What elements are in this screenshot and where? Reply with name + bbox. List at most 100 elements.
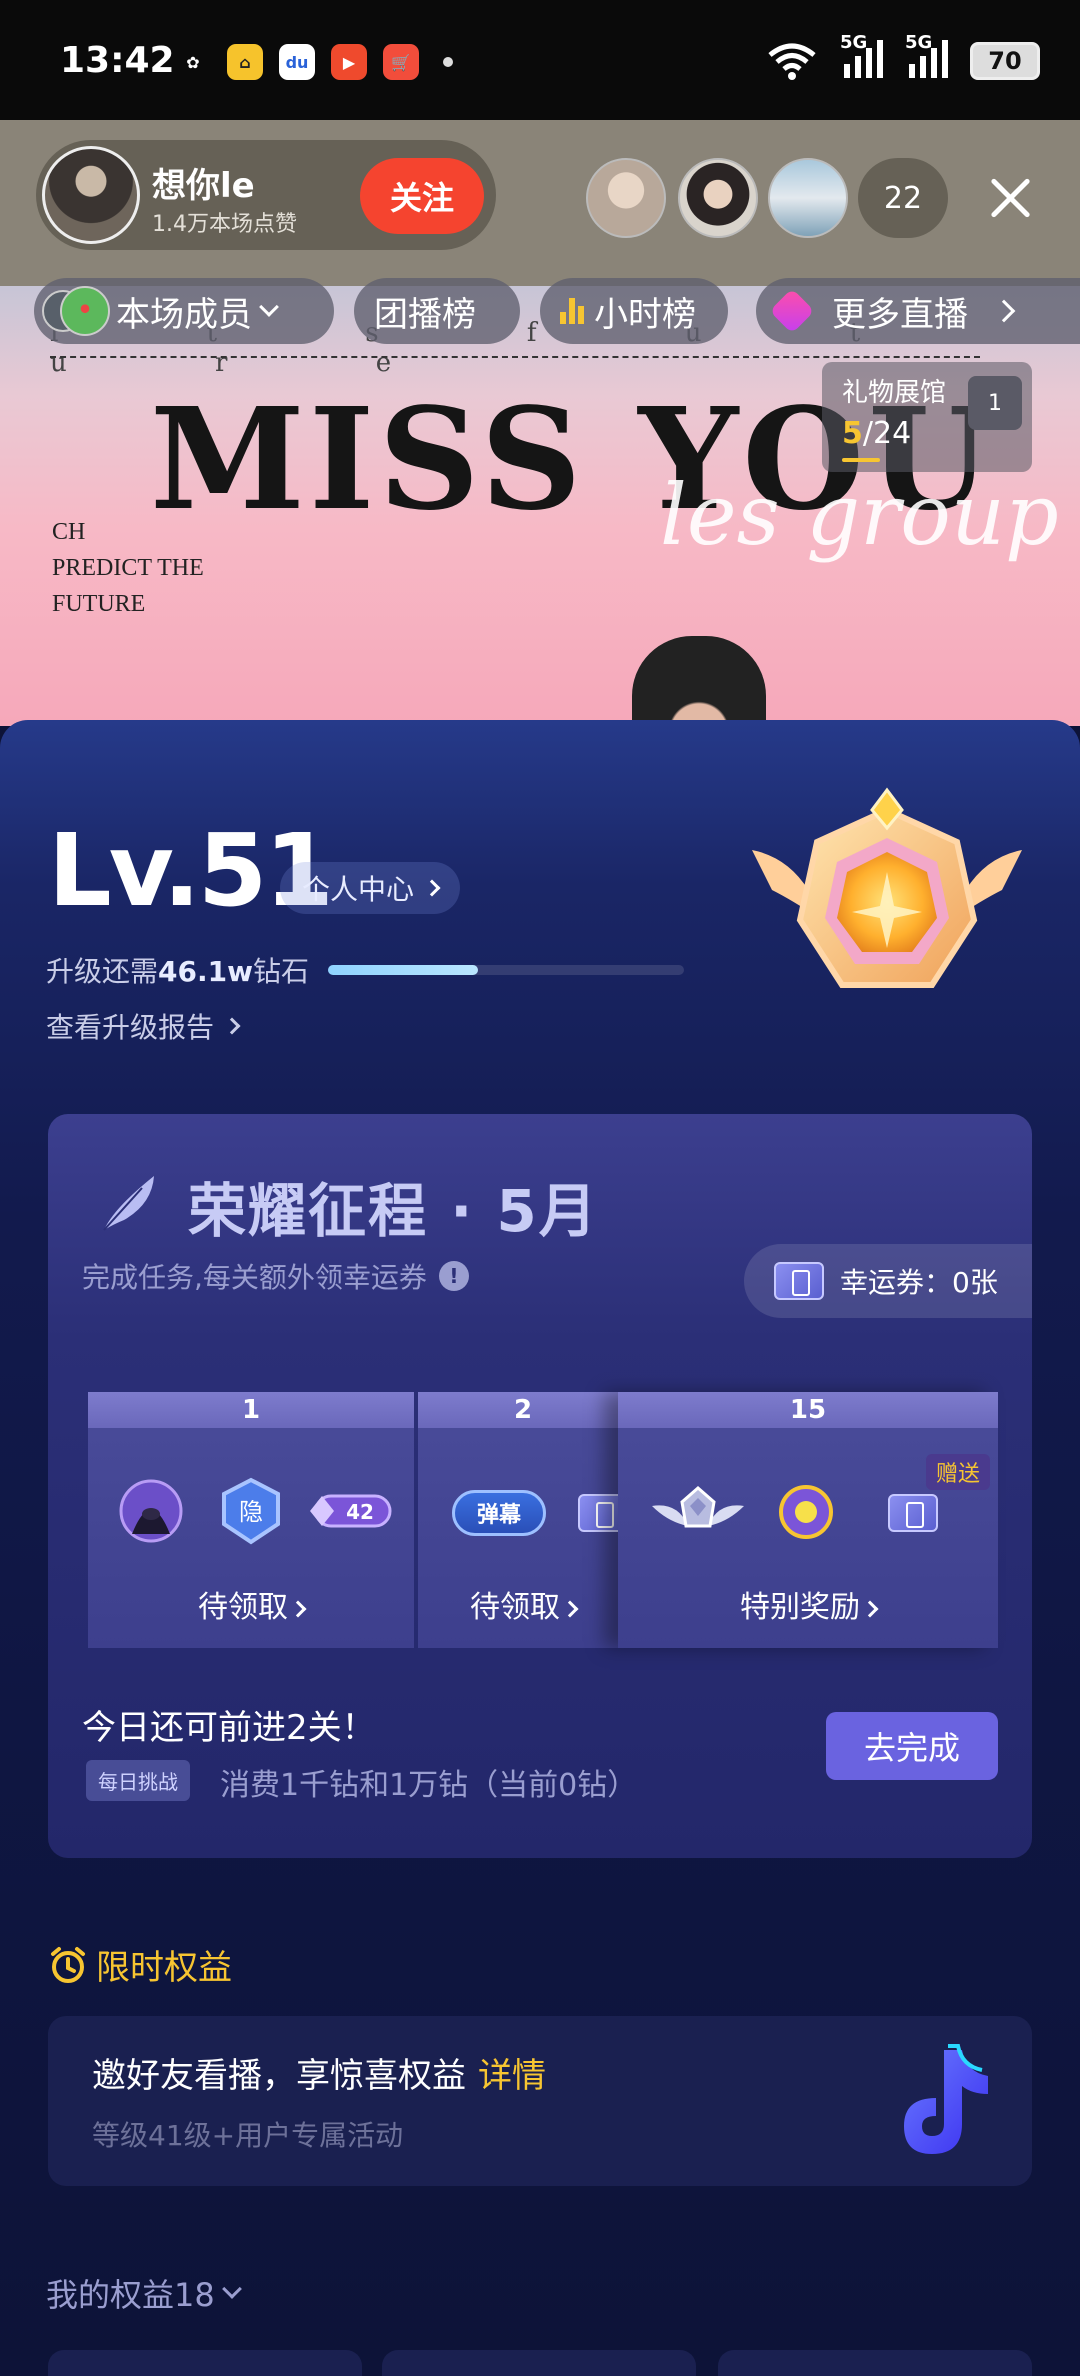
status-indicators: 5G 5G 70 <box>766 32 1040 83</box>
today-progress-text: 今日还可前进2关！ <box>82 1708 376 1748</box>
status-bar: 13:42 ✿ ⌂ du ▶ 🛒 5G 5G 70 <box>0 0 1080 120</box>
stage-rewards <box>618 1478 998 1548</box>
cellular-signal-2: 5G <box>905 32 948 83</box>
benefit-card[interactable] <box>48 2350 362 2376</box>
honor-subtitle: 完成任务,每关额外领幸运券 ! <box>82 1256 469 1296</box>
gift-hall-current: 5 <box>842 416 863 451</box>
anchor-info[interactable]: 想你le 1.4万本场点赞 关注 <box>36 140 496 250</box>
invite-title: 邀好友看播，享惊喜权益 详情 <box>92 2048 546 2097</box>
members-button[interactable]: 本场成员 <box>34 278 334 344</box>
tiktok-logo-icon <box>904 2044 988 2154</box>
shopping-icon: 🛒 <box>383 44 419 80</box>
chevron-right-icon <box>289 1600 307 1617</box>
status-time: 13:42 <box>60 40 175 81</box>
gift-hall-card[interactable]: 礼物展馆 5/24 1 <box>822 362 1032 472</box>
close-icon[interactable] <box>982 170 1038 226</box>
tagline-line: PREDICT THE <box>52 555 204 581</box>
info-icon[interactable]: ! <box>438 1261 469 1291</box>
daily-challenge-tag: 每日挑战 <box>86 1760 190 1801</box>
gift-thumbnail: 1 <box>968 376 1022 430</box>
danmu-badge-icon: 弹幕 <box>452 1490 546 1536</box>
lucky-ticket-count[interactable]: 幸运券：0张 <box>744 1244 1032 1318</box>
ticket-icon <box>774 1262 824 1300</box>
more-notifications-icon <box>443 57 453 67</box>
stage-number: 1 <box>88 1392 414 1428</box>
qingju-icon: ⌂ <box>227 44 263 80</box>
viewer-count[interactable]: 22 <box>858 158 948 238</box>
more-live-button[interactable]: 更多直播 <box>756 278 1080 344</box>
stage-card[interactable]: 1 隐 42 待领取 <box>88 1392 414 1648</box>
stage-claim-label: 待领取 <box>470 1590 560 1625</box>
live-gem-icon <box>769 288 815 334</box>
rank-bars-icon <box>560 298 584 324</box>
viewer-avatar[interactable] <box>678 158 758 238</box>
stage-number: 2 <box>418 1392 628 1428</box>
honor-title: 荣耀征程 · 5月 <box>188 1177 599 1245</box>
viewer-avatar[interactable] <box>586 158 666 238</box>
stage-claim-button[interactable]: 待领取 <box>88 1582 414 1626</box>
stage-card[interactable]: 2 弹幕 待领取 <box>418 1392 628 1648</box>
stream-tagline: CH PREDICT THE FUTURE <box>52 514 204 622</box>
notification-app-icons: ✿ ⌂ du ▶ 🛒 <box>175 44 453 80</box>
chevron-down-icon <box>259 297 279 317</box>
upgrade-report-link[interactable]: 查看升级报告 <box>46 1006 241 1046</box>
purple-orb-icon <box>779 1485 833 1539</box>
team-rank-button[interactable]: 团播榜 <box>354 278 520 344</box>
live-stream-video[interactable]: i t s f u t u r e MISS YOU les group CH … <box>0 286 1080 726</box>
hood-avatar-icon <box>119 1479 183 1543</box>
anchor-avatar[interactable] <box>42 146 140 244</box>
limited-benefits-header: 限时权益 <box>48 1940 232 1989</box>
personal-center-button[interactable]: 个人中心 <box>280 862 461 914</box>
viewer-avatar[interactable] <box>768 158 848 238</box>
invite-title-text: 邀好友看播，享惊喜权益 <box>92 2056 466 2096</box>
special-reward-button[interactable]: 特别奖励 <box>618 1582 998 1626</box>
stage-claim-button[interactable]: 待领取 <box>418 1582 628 1626</box>
go-complete-button[interactable]: 去完成 <box>826 1712 998 1780</box>
tagline-line: FUTURE <box>52 591 146 617</box>
upgrade-suffix: 钻石 <box>252 955 309 988</box>
feather-icon <box>103 1176 154 1231</box>
my-benefits-label: 我的权益18 <box>46 2276 215 2314</box>
gift-hall-progress: 5/24 <box>842 416 911 451</box>
hour-rank-button[interactable]: 小时榜 <box>540 278 728 344</box>
hidden-label: 隐 <box>239 1498 263 1526</box>
personal-center-label: 个人中心 <box>302 873 415 906</box>
live-subnav: 本场成员 团播榜 小时榜 更多直播 <box>0 278 1080 344</box>
chevron-right-icon <box>561 1600 579 1617</box>
member-avatars-icon <box>42 286 110 336</box>
upgrade-amount: 46.1w <box>158 955 253 988</box>
network-type-2: 5G <box>905 32 933 53</box>
invite-friends-card[interactable]: 邀好友看播，享惊喜权益 详情 等级41级+用户专属活动 <box>48 2016 1032 2186</box>
stream-script-text: les group <box>660 466 1059 564</box>
benefit-card[interactable] <box>382 2350 696 2376</box>
level-badge-icon <box>752 787 1022 988</box>
danmu-badge-text: 弹幕 <box>476 1503 521 1528</box>
follow-button[interactable]: 关注 <box>360 158 484 234</box>
invite-detail-link[interactable]: 详情 <box>478 2056 546 2096</box>
gem-value: 42 <box>346 1500 374 1524</box>
upgrade-report-label: 查看升级报告 <box>46 1011 215 1044</box>
daily-challenge-text: 消费1千钻和1万钻（当前0钻） <box>220 1768 638 1803</box>
team-rank-label: 团播榜 <box>374 294 476 335</box>
chevron-right-icon <box>223 1017 241 1035</box>
chevron-right-icon <box>992 299 1016 323</box>
stage-rewards: 隐 42 <box>88 1477 414 1548</box>
my-benefits-toggle[interactable]: 我的权益18 <box>46 2270 242 2316</box>
honor-subtitle-text: 完成任务,每关额外领幸运券 <box>82 1261 427 1294</box>
members-label: 本场成员 <box>116 294 252 335</box>
upgrade-prefix: 升级还需 <box>46 955 159 988</box>
gift-hall-title: 礼物展馆 <box>842 378 947 408</box>
more-live-label: 更多直播 <box>832 294 968 335</box>
honor-journey-card: 荣耀征程 · 5月 完成任务,每关额外领幸运券 ! 幸运券：0张 1 隐 42 … <box>48 1114 1032 1858</box>
stage-card[interactable]: 15 赠送 特别奖励 <box>618 1392 998 1648</box>
stage-number: 15 <box>618 1392 998 1428</box>
wechat-icon: ✿ <box>175 44 211 80</box>
gift-hall-total: /24 <box>862 416 912 451</box>
live-header: 想你le 1.4万本场点赞 关注 22 <box>0 120 1080 286</box>
benefit-card[interactable] <box>718 2350 1032 2376</box>
dashed-divider <box>50 356 980 358</box>
invite-subtitle: 等级41级+用户专属活动 <box>92 2119 404 2152</box>
chevron-down-icon <box>221 2279 242 2299</box>
limited-benefits-title: 限时权益 <box>96 1948 232 1988</box>
video-icon: ▶ <box>331 44 367 80</box>
